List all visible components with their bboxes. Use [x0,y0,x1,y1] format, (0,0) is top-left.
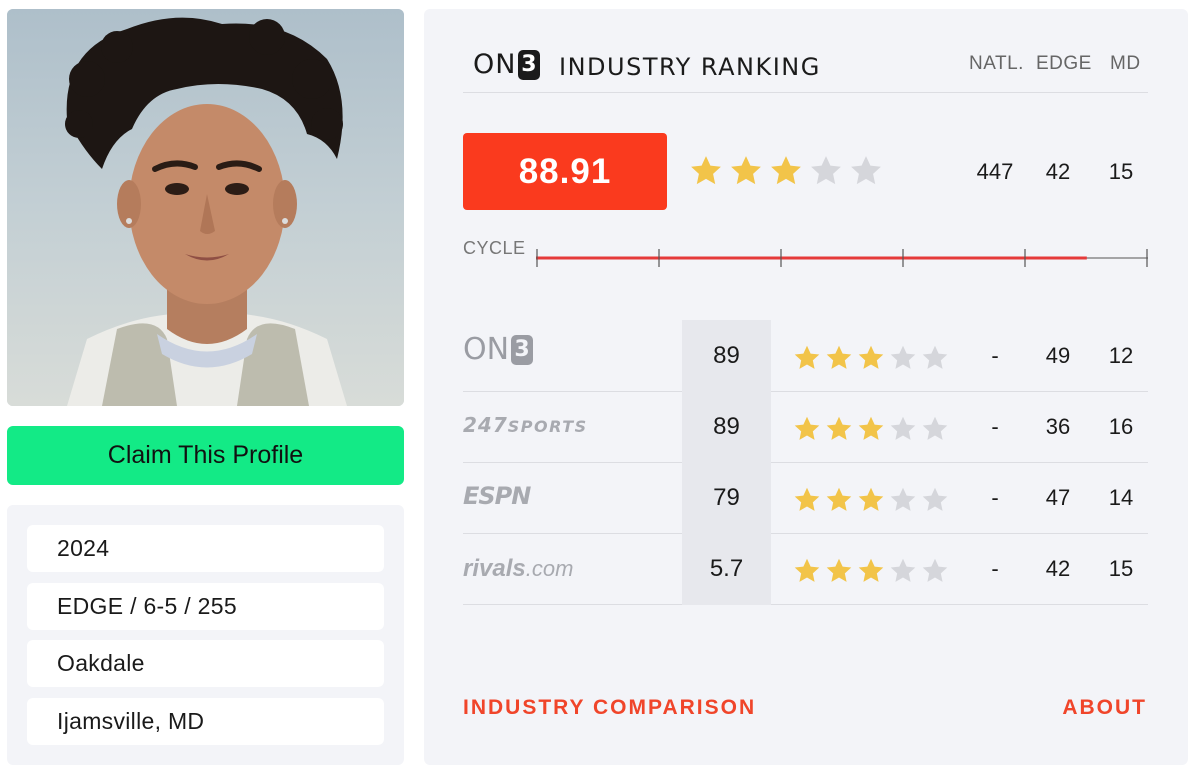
position-height-weight: EDGE / 6-5 / 255 [27,582,384,630]
star-filled-icon [857,344,885,372]
star-empty-icon [849,154,883,188]
industry-score-badge: 88.91 [463,133,667,210]
star-empty-icon [921,557,949,585]
star-filled-icon [769,154,803,188]
service-edge-rank: 42 [1045,556,1071,581]
star-filled-icon [825,344,853,372]
on3-brand-logo: ON 3 [473,49,541,80]
service-natl-rank: - [991,556,999,581]
cycle-label: CYCLE [463,238,526,258]
service-rating: 89 [682,320,771,392]
cycle-progress-bar [536,249,1148,267]
brand-prefix: ON [473,49,517,80]
hometown: Ijamsville, MD [27,697,384,745]
state-rank[interactable]: 15 [1101,159,1141,185]
edge-rank[interactable]: 42 [1038,159,1078,185]
star-filled-icon [689,154,723,188]
ranking-header: ON 3 INDUSTRY RANKING NATL. EDGE MD [463,45,1148,93]
brand-digit: 3 [518,49,541,80]
col-head-edge: EDGE [1036,53,1092,74]
star-filled-icon [793,557,821,585]
247sports-logo-icon: 247SPORTS [463,413,588,437]
service-natl-rank: - [991,485,999,510]
star-empty-icon [809,154,843,188]
espn-logo-icon: ESPN [463,482,531,510]
service-rating: 89 [682,391,771,463]
class-year: 2024 [27,525,384,572]
rivals-logo-icon: rivals.com [463,555,574,582]
star-empty-icon [889,557,917,585]
service-edge-rank: 47 [1045,485,1071,510]
service-state-rank: 14 [1108,485,1134,510]
star-empty-icon [921,344,949,372]
player-photo [7,9,404,406]
service-rating: 5.7 [682,533,771,605]
service-row-247sports[interactable]: 247SPORTS 89 - 36 16 [463,391,1148,463]
service-star-rating [793,344,953,372]
profile-info-panel: 2024 EDGE / 6-5 / 255 Oakdale Ijamsville… [7,505,404,765]
service-natl-rank: - [991,414,999,439]
service-edge-rank: 49 [1045,343,1071,368]
star-empty-icon [921,486,949,514]
claim-profile-button[interactable]: Claim This Profile [7,426,404,485]
col-head-md: MD [1110,53,1141,74]
star-filled-icon [857,486,885,514]
col-head-natl: NATL. [969,53,1024,74]
about-link[interactable]: ABOUT [1062,696,1147,720]
service-state-rank: 12 [1108,343,1134,368]
star-filled-icon [793,486,821,514]
service-star-rating [793,486,953,514]
star-filled-icon [793,344,821,372]
star-empty-icon [889,486,917,514]
star-filled-icon [825,557,853,585]
natl-rank[interactable]: 447 [973,159,1017,185]
star-filled-icon [857,415,885,443]
service-edge-rank: 36 [1045,414,1071,439]
service-rating: 79 [682,462,771,534]
service-state-rank: 16 [1108,414,1134,439]
star-filled-icon [793,415,821,443]
on3-logo-icon: ON 3 [463,332,534,367]
service-state-rank: 15 [1108,556,1134,581]
service-row-espn[interactable]: ESPN 79 - 47 14 [463,462,1148,534]
star-empty-icon [889,415,917,443]
industry-comparison-link[interactable]: INDUSTRY COMPARISON [463,696,756,720]
star-filled-icon [825,415,853,443]
industry-star-rating [689,154,889,188]
ranking-title: INDUSTRY RANKING [559,53,821,81]
service-star-rating [793,557,953,585]
industry-ranking-card: ON 3 INDUSTRY RANKING NATL. EDGE MD 88.91… [424,9,1188,765]
service-natl-rank: - [991,343,999,368]
star-filled-icon [825,486,853,514]
star-filled-icon [857,557,885,585]
star-empty-icon [921,415,949,443]
service-row-rivals[interactable]: rivals.com 5.7 - 42 15 [463,533,1148,605]
star-empty-icon [889,344,917,372]
service-star-rating [793,415,953,443]
high-school[interactable]: Oakdale [27,640,384,687]
service-row-on3[interactable]: ON 3 89 - 49 12 [463,320,1148,392]
star-filled-icon [729,154,763,188]
